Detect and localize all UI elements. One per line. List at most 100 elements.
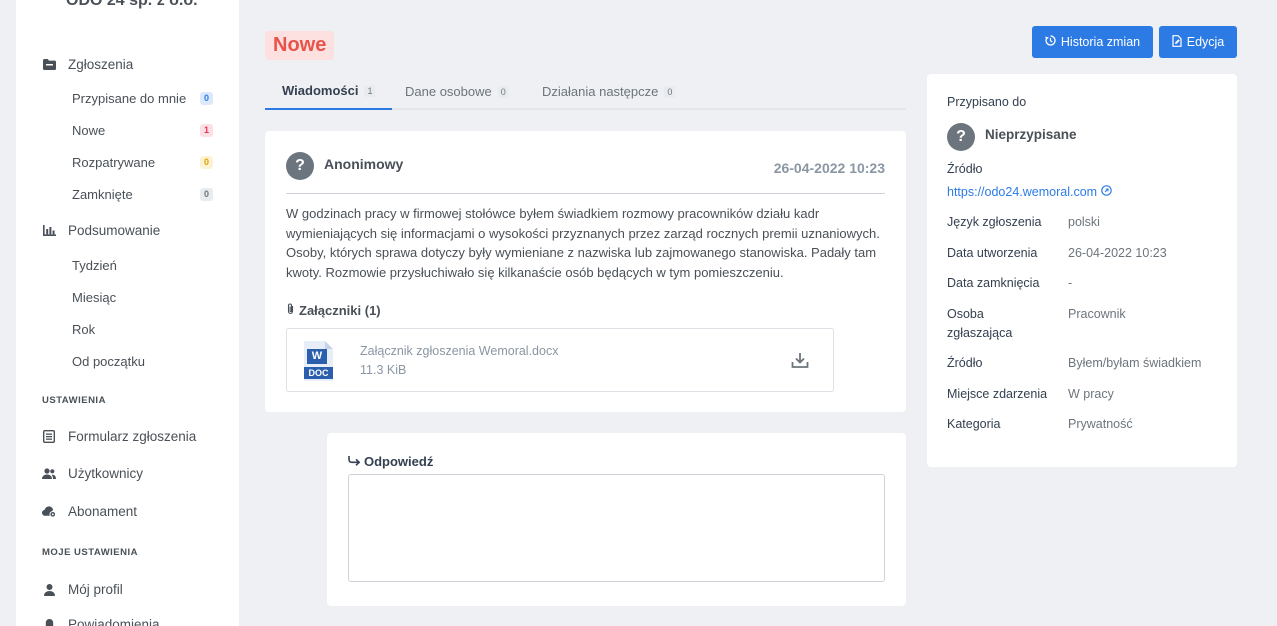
tab-messages[interactable]: Wiadomości 1: [265, 73, 393, 110]
info-row-label: Data zamknięcia: [947, 276, 1040, 290]
users-icon: [42, 467, 56, 481]
source-link-text: https://odo24.wemoral.com: [947, 185, 1098, 199]
info-row-label: Język zgłoszenia: [947, 215, 1042, 229]
nav-sub-label: Rok: [72, 322, 96, 337]
nav-in-progress[interactable]: Rozpatrywane 0: [72, 155, 213, 170]
message-body: W godzinach pracy w firmowej stołówce by…: [286, 206, 880, 280]
nav-label: Formularz zgłoszenia: [68, 429, 197, 444]
nav-label: Powiadomienia: [68, 617, 160, 626]
reply-textarea[interactable]: [348, 474, 885, 582]
nav-summary[interactable]: Podsumowanie: [42, 223, 160, 238]
info-row-value: Prywatność: [1068, 417, 1133, 431]
nav-closed[interactable]: Zamknięte 0: [72, 187, 213, 202]
info-row-value: Pracownik: [1068, 307, 1126, 321]
section-my-settings: MOJE USTAWIENIA: [42, 547, 138, 558]
info-row-label: Miejsce zdarzenia: [947, 387, 1048, 401]
nav-subscription[interactable]: Abonament: [42, 504, 137, 519]
cloud-gear-icon: [42, 505, 56, 519]
nav-my-profile[interactable]: Mój profil: [42, 582, 123, 597]
nav-label: Użytkownicy: [68, 466, 144, 481]
info-row-label: Osoba zgłaszająca: [947, 307, 1013, 340]
tab-count: 0: [664, 85, 676, 98]
doc-icon-text: DOC: [308, 368, 329, 378]
source-link[interactable]: https://odo24.wemoral.com: [947, 185, 1112, 199]
count-badge: 0: [199, 92, 213, 105]
nav-new[interactable]: Nowe 1: [72, 123, 213, 138]
form-icon: [42, 430, 56, 444]
info-row-label: Kategoria: [947, 417, 1001, 431]
reply-title: Odpowiedź: [348, 454, 433, 469]
reply-arrow-icon: [348, 454, 361, 469]
info-row-value: polski: [1068, 215, 1100, 229]
message-date: 26-04-2022 10:23: [773, 160, 885, 176]
info-row-value: -: [1068, 276, 1073, 290]
nav-report-form[interactable]: Formularz zgłoszenia: [42, 429, 196, 444]
nav-year[interactable]: Rok: [72, 322, 213, 337]
nav-users[interactable]: Użytkownicy: [42, 466, 143, 481]
history-button[interactable]: Historia zmian: [1032, 26, 1153, 58]
count-badge: 0: [199, 156, 213, 169]
assigned-label: Przypisano do: [947, 95, 1027, 109]
external-link-icon: [1101, 185, 1112, 199]
doc-file-icon: W DOC: [304, 341, 333, 381]
folder-icon: [42, 58, 56, 72]
status-badge: Nowe: [265, 31, 335, 60]
nav-notifications[interactable]: Powiadomienia: [42, 617, 160, 626]
nav-summary-label: Podsumowanie: [68, 223, 161, 238]
attachment-item[interactable]: W DOC Załącznik zgłoszenia Wemoral.docx …: [286, 328, 834, 392]
user-icon: [42, 583, 56, 597]
bar-chart-icon: [42, 224, 56, 238]
nav-label: Mój profil: [68, 582, 123, 597]
nav-sub-label: Miesiąc: [72, 290, 117, 305]
doc-icon-letter: W: [311, 350, 323, 362]
nav-label: Abonament: [68, 504, 138, 519]
info-row-value: Byłem/byłam świadkiem: [1068, 356, 1202, 370]
info-row-value: W pracy: [1068, 387, 1114, 401]
history-button-label: Historia zmian: [1060, 35, 1141, 49]
info-row-label: Źródło: [947, 356, 983, 370]
reply-card: Odpowiedź: [327, 433, 906, 606]
tab-label: Działania następcze: [542, 84, 659, 99]
nav-week[interactable]: Tydzień: [72, 258, 213, 273]
assignee-name: Nieprzypisane: [985, 127, 1077, 142]
nav-reports-label: Zgłoszenia: [68, 57, 134, 72]
count-badge: 0: [199, 188, 213, 201]
anonymous-avatar-icon: ?: [286, 152, 314, 180]
nav-assigned-to-me[interactable]: Przypisane do mnie 0: [72, 91, 213, 106]
nav-month[interactable]: Miesiąc: [72, 290, 213, 305]
edit-button-label: Edycja: [1186, 35, 1225, 49]
nav-sub-label: Nowe: [72, 123, 106, 138]
unassigned-avatar-icon: ?: [947, 123, 975, 151]
tab-follow-up[interactable]: Działania następcze 0: [525, 73, 692, 110]
bell-icon: [42, 618, 56, 626]
tab-label: Wiadomości: [282, 83, 359, 98]
nav-sub-label: Tydzień: [72, 258, 117, 273]
edit-button[interactable]: Edycja: [1159, 26, 1237, 58]
message-card: ? Anonimowy 26-04-2022 10:23 W godzinach…: [265, 131, 906, 412]
section-settings: USTAWIENIA: [42, 395, 106, 406]
attachment-name: Załącznik zgłoszenia Wemoral.docx: [360, 344, 559, 358]
sidebar: ODO 24 sp. z o.o. Zgłoszenia Przypisane …: [16, 0, 239, 626]
history-icon: [1044, 35, 1056, 49]
company-name: ODO 24 sp. z o.o.: [66, 0, 198, 9]
nav-reports[interactable]: Zgłoszenia: [42, 57, 133, 72]
nav-all-time[interactable]: Od początku: [72, 354, 213, 369]
tab-count: 1: [364, 84, 376, 97]
count-badge: 1: [199, 124, 213, 137]
reply-title-label: Odpowiedź: [364, 454, 434, 469]
tab-label: Dane osobowe: [405, 84, 492, 99]
tab-count: 0: [497, 85, 509, 98]
nav-sub-label: Od początku: [72, 354, 145, 369]
nav-sub-label: Zamknięte: [72, 187, 133, 202]
info-row-label: Data utworzenia: [947, 246, 1038, 260]
download-icon[interactable]: [791, 351, 809, 369]
attachments-title-label: Załączniki (1): [299, 303, 381, 318]
edit-icon: [1172, 34, 1182, 50]
nav-sub-label: Przypisane do mnie: [72, 91, 187, 106]
tabs: Wiadomości 1 Dane osobowe 0 Działania na…: [265, 73, 906, 110]
message-author: Anonimowy: [324, 156, 404, 172]
tab-personal-data[interactable]: Dane osobowe 0: [388, 73, 526, 110]
source-label: Źródło: [947, 162, 983, 176]
details-card: Przypisano do ? Nieprzypisane Źródło htt…: [927, 74, 1237, 467]
paperclip-icon: [286, 303, 295, 318]
